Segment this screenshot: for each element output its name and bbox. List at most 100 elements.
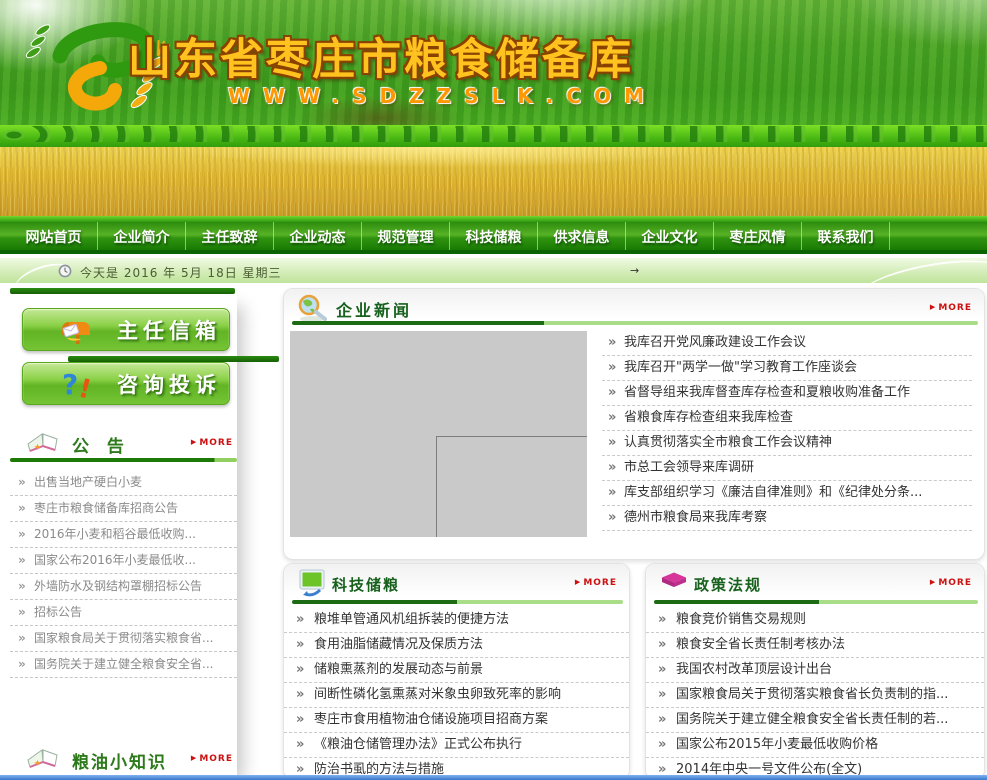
nav-item[interactable]: 企业简介 [98, 222, 186, 250]
policy-item-text: 国家公布2015年小麦最低收购价格 [676, 737, 878, 752]
more-arrow-icon: ▶ [930, 578, 936, 586]
bullet-icon: » [18, 606, 26, 619]
more-label: MORE [938, 303, 972, 313]
nav-item[interactable]: 主任致辞 [186, 222, 274, 250]
nav-item[interactable]: 枣庄风情 [714, 222, 802, 250]
director-mailbox-button[interactable]: 主任信箱 [22, 308, 230, 351]
media-placeholder [290, 331, 587, 537]
notice-list: » 出售当地产硬白小麦 » 枣庄市粮食储备库招商公告 » 2016年小麦和稻谷最… [10, 470, 237, 678]
tech-item[interactable]: » 食用油脂储藏情况及保质方法 [284, 633, 629, 658]
notice-more-link[interactable]: ▶MORE [191, 438, 233, 448]
notice-item[interactable]: » 国务院关于建立健全粮食安全省... [10, 652, 237, 678]
notice-underline [10, 458, 237, 462]
bullet-icon: » [18, 658, 26, 671]
policy-item[interactable]: » 国家粮食局关于贯彻落实粮食省长负责制的指... [646, 683, 984, 708]
notice-item[interactable]: » 外墙防水及钢结构罩棚招标公告 [10, 574, 237, 600]
main-nav: 网站首页 企业简介 主任致辞 企业动态 规范管理 科技储粮 供求信息 企业文化 … [0, 222, 987, 254]
bullet-icon: » [658, 713, 666, 727]
bullet-icon: » [608, 511, 616, 525]
news-item[interactable]: » 市总工会领导来库调研 [602, 456, 972, 481]
news-item[interactable]: » 我库召开党风廉政建设工作会议 [602, 331, 972, 356]
button-label: 主任信箱 [117, 315, 221, 345]
news-item[interactable]: » 库支部组织学习《廉洁自律准则》和《纪律处分条... [602, 481, 972, 506]
nav-item[interactable]: 供求信息 [538, 222, 626, 250]
site-title: 山东省枣庄市粮食储备库 [128, 25, 634, 87]
policy-item-text: 我国农村改革顶层设计出台 [676, 662, 832, 677]
svg-text:?: ? [62, 368, 78, 401]
notice-item-text: 枣庄市粮食储备库招商公告 [34, 501, 178, 515]
notice-item-text: 招标公告 [34, 605, 82, 619]
button-label: 咨询投诉 [117, 369, 221, 399]
notice-item[interactable]: » 2016年小麦和稻谷最低收购... [10, 522, 237, 548]
bullet-icon: » [658, 638, 666, 652]
policy-item-text: 国家粮食局关于贯彻落实粮食省长负责制的指... [676, 687, 948, 702]
policy-item[interactable]: » 国务院关于建立健全粮食安全省长责任制的若... [646, 708, 984, 733]
magnifier-globe-icon [296, 293, 332, 323]
news-list: » 我库召开党风廉政建设工作会议 » 我库召开"两学一做"学习教育工作座谈会 »… [602, 331, 972, 531]
news-underline [292, 321, 978, 325]
more-arrow-icon: ▶ [575, 578, 581, 586]
more-arrow-icon: ▶ [930, 303, 936, 311]
nav-item[interactable]: 规范管理 [362, 222, 450, 250]
notice-item-text: 国务院关于建立健全粮食安全省... [34, 657, 213, 671]
news-item[interactable]: » 德州市粮食局来我库考察 [602, 506, 972, 531]
bullet-icon: » [18, 580, 26, 593]
policy-item[interactable]: » 我国农村改革顶层设计出台 [646, 658, 984, 683]
news-item[interactable]: » 省粮食库存检查组来我库检查 [602, 406, 972, 431]
more-label: MORE [199, 438, 233, 448]
nav-item[interactable]: 科技储粮 [450, 222, 538, 250]
policy-item[interactable]: » 国家公布2015年小麦最低收购价格 [646, 733, 984, 758]
nav-item[interactable]: 网站首页 [10, 222, 98, 250]
tech-item-text: 枣庄市食用植物油仓储设施项目招商方案 [314, 712, 548, 727]
tech-item[interactable]: » 储粮熏蒸剂的发展动态与前景 [284, 658, 629, 683]
news-item-text: 认真贯彻落实全市粮食工作会议精神 [624, 435, 832, 450]
news-panel: 企业新闻 ▶MORE » 我库召开党风廉政建设工作会议 » 我库召开"两学一做"… [283, 288, 985, 560]
news-more-link[interactable]: ▶MORE [930, 303, 972, 313]
bullet-icon: » [296, 738, 304, 752]
sidebar-top-bar [10, 288, 235, 294]
news-header: 企业新闻 ▶MORE [284, 289, 984, 325]
tech-underline [292, 600, 623, 604]
news-item[interactable]: » 我库召开"两学一做"学习教育工作座谈会 [602, 356, 972, 381]
policy-item[interactable]: » 粮食竞价销售交易规则 [646, 608, 984, 633]
tech-item[interactable]: » 间断性磷化氢熏蒸对米象虫卵致死率的影响 [284, 683, 629, 708]
notice-item[interactable]: » 国家公布2016年小麦最低收... [10, 548, 237, 574]
news-title: 企业新闻 [336, 297, 412, 321]
policy-more-link[interactable]: ▶MORE [930, 578, 972, 588]
tips-section-title: 粮油小知识 [72, 748, 167, 773]
more-arrow-icon: ▶ [191, 754, 197, 762]
tech-item-text: 间断性磷化氢熏蒸对米象虫卵致死率的影响 [314, 687, 561, 702]
more-arrow-icon: ▶ [191, 438, 197, 446]
tech-item[interactable]: » 枣庄市食用植物油仓储设施项目招商方案 [284, 708, 629, 733]
notice-item[interactable]: » 招标公告 [10, 600, 237, 626]
notice-item[interactable]: » 国家粮食局关于贯彻落实粮食省... [10, 626, 237, 652]
bullet-icon: » [296, 613, 304, 627]
consult-complaint-button[interactable]: ? ! 咨询投诉 [22, 362, 230, 405]
news-item[interactable]: » 认真贯彻落实全市粮食工作会议精神 [602, 431, 972, 456]
mailbox-icon [61, 313, 95, 347]
policy-item-text: 国务院关于建立健全粮食安全省长责任制的若... [676, 712, 948, 727]
nav-item[interactable]: 联系我们 [802, 222, 890, 250]
policy-item[interactable]: » 粮食安全省长责任制考核办法 [646, 633, 984, 658]
policy-panel: 政策法规 ▶MORE » 粮食竞价销售交易规则 » 粮食安全省长责任制考核办法 … [645, 563, 985, 780]
bullet-icon: » [658, 613, 666, 627]
nav-item[interactable]: 企业动态 [274, 222, 362, 250]
tech-item[interactable]: » 粮堆单管通风机组拆装的便捷方法 [284, 608, 629, 633]
notice-item[interactable]: » 枣庄市粮食储备库招商公告 [10, 496, 237, 522]
clock-icon [58, 264, 72, 278]
news-item[interactable]: » 省督导组来我库督查库存检查和夏粮收购准备工作 [602, 381, 972, 406]
tips-more-link[interactable]: ▶MORE [191, 754, 233, 764]
question-exclamation-icon: ? ! [61, 367, 95, 401]
news-item-text: 我库召开党风廉政建设工作会议 [624, 335, 806, 350]
nav-item[interactable]: 企业文化 [626, 222, 714, 250]
notice-item[interactable]: » 出售当地产硬白小麦 [10, 470, 237, 496]
bullet-icon: » [18, 502, 26, 515]
tech-panel: 科技储粮 ▶MORE » 粮堆单管通风机组拆装的便捷方法 » 食用油脂储藏情况及… [283, 563, 630, 780]
site-banner: 山东省枣庄市粮食储备库 WWW.SDZZSLK.COM [0, 0, 987, 222]
bullet-icon: » [296, 638, 304, 652]
banner-treeline-layer [0, 126, 987, 142]
open-book-icon [26, 744, 60, 772]
news-item-text: 库支部组织学习《廉洁自律准则》和《纪律处分条... [624, 485, 922, 500]
tech-more-link[interactable]: ▶MORE [575, 578, 617, 588]
tech-item[interactable]: » 《粮油仓储管理办法》正式公布执行 [284, 733, 629, 758]
